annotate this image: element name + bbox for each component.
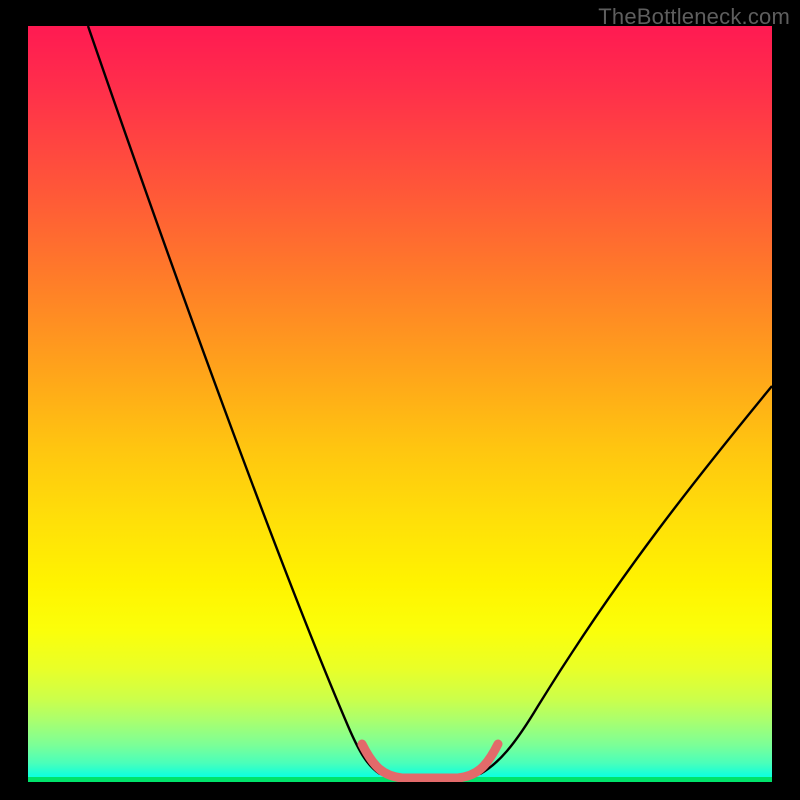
plot-area xyxy=(28,26,772,782)
chart-frame: TheBottleneck.com xyxy=(0,0,800,800)
optimal-range-marker xyxy=(362,744,498,778)
curve-layer xyxy=(28,26,772,782)
bottleneck-curve-right xyxy=(480,386,772,774)
watermark-text: TheBottleneck.com xyxy=(598,4,790,30)
bottleneck-curve-left xyxy=(88,26,380,774)
